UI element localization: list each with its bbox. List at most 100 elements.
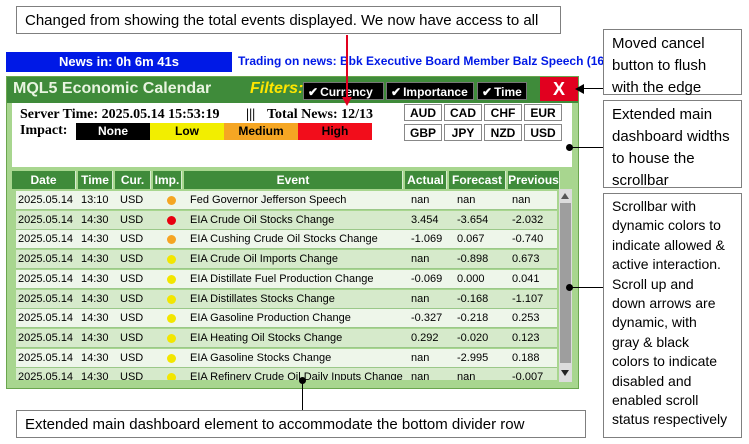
impact-medium-button[interactable]: Medium: [224, 123, 298, 140]
column-header-time: Time: [78, 171, 113, 189]
callout-line: down arrows are: [612, 295, 716, 312]
cell-cur: USD: [120, 331, 144, 344]
cell-actual: 3.454: [411, 213, 439, 226]
column-header-cur: Cur.: [115, 171, 151, 189]
callout-line: button to flush: [612, 57, 707, 74]
currency-aud-button[interactable]: AUD: [404, 104, 442, 121]
cell-date: 2025.05.14: [18, 371, 74, 380]
cell-time: 14:30: [81, 233, 109, 246]
cell-forecast: nan: [457, 371, 476, 380]
scroll-up-icon[interactable]: [561, 193, 569, 199]
cell-previous: 0.253: [512, 312, 540, 325]
cell-actual: -1.069: [411, 233, 443, 246]
impact-dot-icon: [167, 235, 176, 245]
cell-forecast: -0.898: [457, 253, 489, 266]
callout-line: gray & black: [612, 333, 690, 350]
cell-previous: -0.007: [512, 371, 544, 380]
cell-cur: USD: [120, 312, 144, 325]
cell-event: EIA Crude Oil Imports Change: [190, 253, 338, 266]
cell-cur: USD: [120, 371, 144, 380]
server-time: Server Time: 2025.05.14 15:53:19: [20, 107, 220, 122]
impact-dot-icon: [167, 255, 176, 265]
scroll-down-icon[interactable]: [561, 370, 569, 376]
impact-dot-icon: [167, 196, 176, 205]
table-row[interactable]: 2025.05.14 14:30 USD EIA Refinery Crude Oil…: [16, 368, 557, 380]
cancel-button[interactable]: X: [540, 77, 578, 101]
currency-cad-button[interactable]: CAD: [444, 104, 482, 121]
callout-width: Extended main dashboard widths to house …: [603, 100, 742, 189]
connector-width: [571, 147, 603, 148]
callout-line: Extended main: [612, 106, 713, 123]
currency-nzd-button[interactable]: NZD: [484, 124, 522, 141]
cell-previous: 0.041: [512, 272, 540, 285]
news-countdown-badge: News in: 0h 6m 41s: [6, 52, 232, 72]
dashboard-title: MQL5 Economic Calendar: [13, 80, 212, 97]
table-row[interactable]: 2025.05.14 14:30 USD EIA Cushing Crude Oil …: [16, 230, 557, 250]
connector-scrollbar: [571, 287, 603, 288]
impact-none-button[interactable]: None: [76, 123, 150, 140]
cell-actual: nan: [411, 371, 430, 380]
filter-importance-button[interactable]: ✔ Importance: [386, 82, 474, 100]
cell-time: 14:30: [81, 331, 109, 344]
cell-date: 2025.05.14: [18, 272, 74, 285]
cell-previous: nan: [512, 194, 531, 206]
cell-forecast: -0.218: [457, 312, 489, 325]
table-row[interactable]: 2025.05.14 14:30 USD EIA Distillate Fuel Pr…: [16, 269, 557, 289]
table-row[interactable]: 2025.05.14 14:30 USD EIA Crude Oil Imports …: [16, 250, 557, 270]
table-row[interactable]: 2025.05.14 14:30 USD EIA Gasoline Stocks Ch…: [16, 348, 557, 368]
cell-previous: -1.107: [512, 292, 544, 305]
table-row[interactable]: 2025.05.14 14:30 USD EIA Distillates Stocks…: [16, 289, 557, 309]
scrollbar-thumb[interactable]: [560, 203, 571, 363]
callout-line: Scrollbar with: [612, 198, 697, 214]
cell-cur: USD: [120, 233, 144, 246]
impact-dot-icon: [167, 333, 176, 343]
callout-line: dashboard widths: [612, 128, 730, 145]
table-row[interactable]: 2025.05.14 14:30 USD EIA Crude Oil Stocks C…: [16, 210, 557, 230]
impact-label: Impact:: [20, 123, 68, 138]
cell-time: 14:30: [81, 253, 109, 266]
cell-cur: USD: [120, 292, 144, 305]
trading-news-text: Trading on news: Bbk Executive Board Mem…: [238, 54, 626, 68]
cell-date: 2025.05.14: [18, 213, 74, 226]
impact-dot-icon: [167, 274, 176, 284]
connector-dot: [566, 144, 573, 151]
cell-event: EIA Heating Oil Stocks Change: [190, 331, 343, 344]
checkmark-icon: ✔: [308, 85, 319, 99]
filter-time-button[interactable]: ✔ Time: [477, 82, 527, 100]
cell-cur: USD: [120, 213, 144, 226]
table-row[interactable]: 2025.05.14 14:30 USD EIA Gasoline Productio…: [16, 309, 557, 329]
callout-bottom: Extended main dashboard element to accom…: [16, 410, 586, 438]
cell-actual: nan: [411, 292, 430, 305]
currency-usd-button[interactable]: USD: [524, 124, 562, 141]
table-row[interactable]: 2025.05.14 13:10 USD Fed Governor Jefferson…: [16, 191, 557, 210]
table-row[interactable]: 2025.05.14 14:30 USD EIA Heating Oil Stocks…: [16, 328, 557, 348]
cell-event: EIA Distillate Fuel Production Change: [190, 272, 374, 285]
callout-line: Scroll up and: [612, 275, 694, 292]
arrow-left-icon: [575, 84, 584, 94]
cell-event: EIA Refinery Crude Oil Daily Inputs Chan…: [190, 371, 403, 380]
column-header-actual: Actual: [405, 171, 447, 189]
impact-low-button[interactable]: Low: [150, 123, 224, 140]
callout-line: scrollbar: [612, 172, 669, 189]
column-header-date: Date: [12, 171, 76, 189]
connector-top: [346, 35, 348, 97]
callout-top-text: Changed from showing the total events di…: [25, 12, 539, 29]
total-news-count: Total News: 12/13: [267, 107, 374, 122]
cell-date: 2025.05.14: [18, 312, 74, 325]
currency-jpy-button[interactable]: JPY: [444, 124, 482, 141]
currency-eur-button[interactable]: EUR: [524, 104, 562, 121]
callout-line: enabled scroll: [612, 392, 699, 409]
cell-forecast: nan: [457, 194, 476, 206]
cell-event: EIA Crude Oil Stocks Change: [190, 213, 335, 226]
impact-dot-icon: [167, 314, 176, 324]
currency-gbp-button[interactable]: GBP: [404, 124, 442, 141]
currency-chf-button[interactable]: CHF: [484, 104, 522, 121]
cell-time: 14:30: [81, 292, 109, 305]
cell-cur: USD: [120, 253, 144, 266]
cell-time: 14:30: [81, 272, 109, 285]
cell-actual: -0.327: [411, 312, 443, 325]
impact-high-button[interactable]: High: [298, 123, 372, 140]
separator: |||: [246, 107, 256, 122]
callout-bottom-text: Extended main dashboard element to accom…: [25, 416, 525, 433]
column-header-imp: Imp.: [153, 171, 182, 189]
